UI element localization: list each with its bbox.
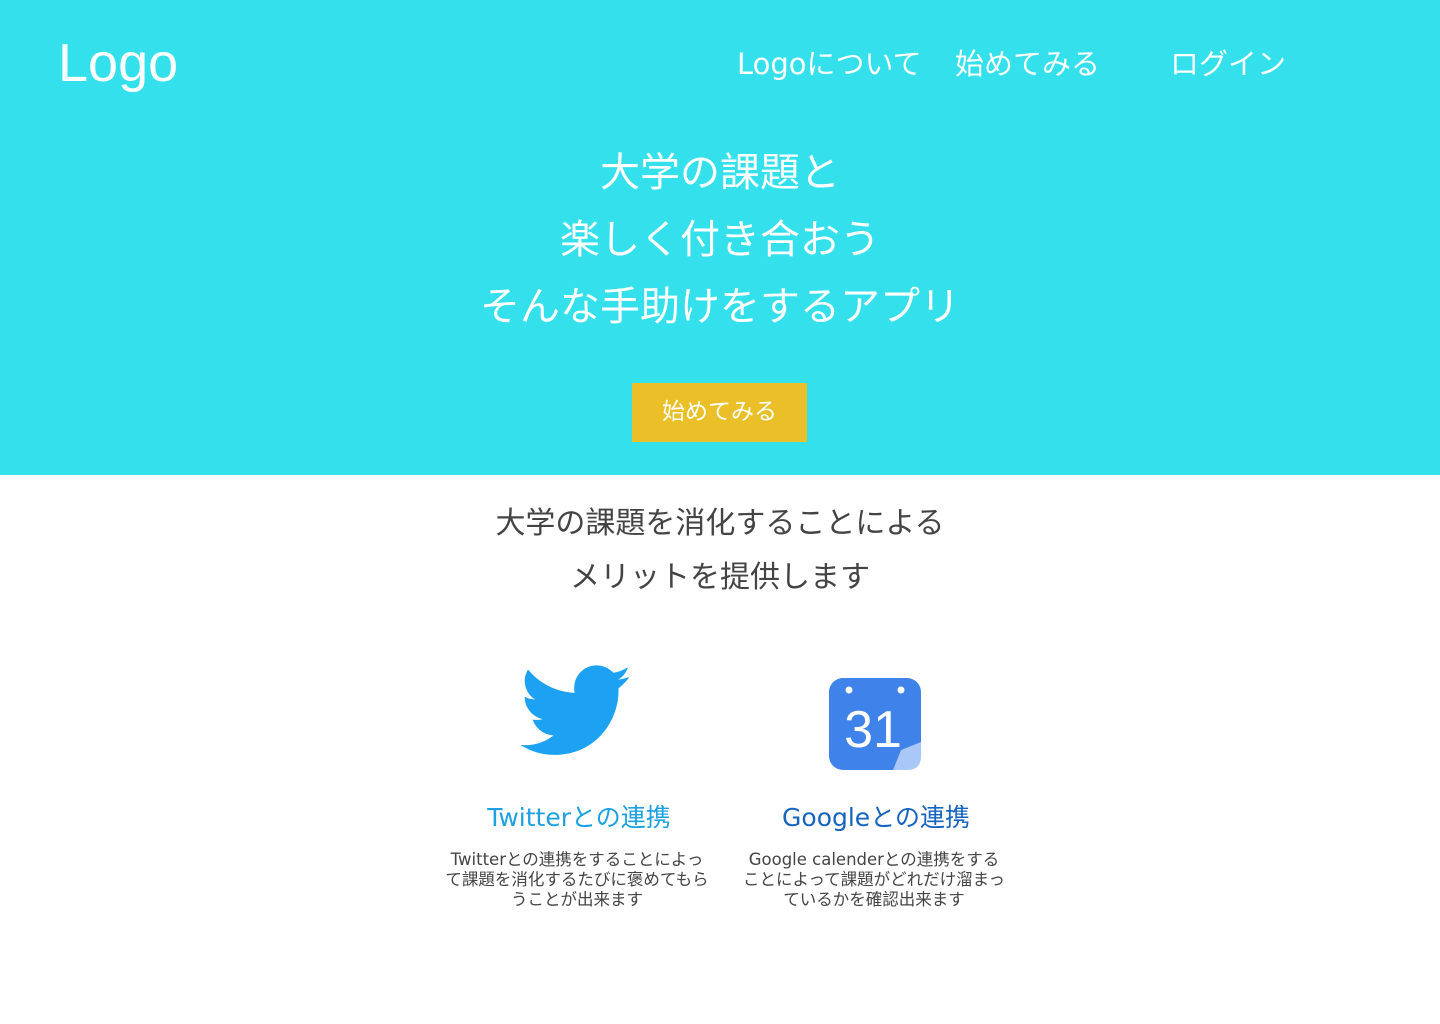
hero-headline-line: 大学の課題と bbox=[600, 150, 840, 196]
hero-section: Logo Logoについて 始めてみる ログイン 大学の課題と 楽しく付き合おう… bbox=[0, 0, 1440, 475]
nav-link-login[interactable]: ログイン bbox=[1170, 44, 1286, 84]
merit-heading-line: 大学の課題を消化することによる bbox=[495, 506, 945, 541]
feature-title: Googleとの連携 bbox=[782, 803, 970, 832]
merit-heading: 大学の課題を消化することによる メリットを提供します bbox=[0, 497, 1440, 605]
twitter-bird-icon bbox=[521, 665, 632, 755]
hero-headline-line: 楽しく付き合おう bbox=[560, 217, 880, 263]
feature-description: Twitterとの連携をすることによって課題を消化するたびに褒めてもらうことが出… bbox=[445, 850, 709, 909]
merit-heading-line: メリットを提供します bbox=[570, 560, 870, 595]
hero-headline-line: そんな手助けをするアプリ bbox=[480, 284, 960, 330]
start-button[interactable]: 始めてみる bbox=[632, 383, 807, 442]
calendar-date-label: 31 bbox=[844, 701, 902, 759]
feature-description: Google calenderとの連携をすることによって課題がどれだけ溜まってい… bbox=[742, 850, 1006, 909]
hero-headline: 大学の課題と 楽しく付き合おう そんな手助けをするアプリ bbox=[0, 140, 1440, 341]
feature-google: 31 Googleとの連携 Google calenderとの連携をすることによ… bbox=[734, 660, 1014, 909]
google-calendar-icon: 31 bbox=[829, 678, 921, 770]
feature-title: Twitterとの連携 bbox=[487, 803, 671, 832]
feature-twitter: Twitterとの連携 Twitterとの連携をすることによって課題を消化するた… bbox=[437, 660, 717, 909]
nav-link-about[interactable]: Logoについて bbox=[737, 44, 922, 84]
site-logo[interactable]: Logo bbox=[58, 30, 178, 96]
nav-link-start[interactable]: 始めてみる bbox=[955, 44, 1100, 84]
